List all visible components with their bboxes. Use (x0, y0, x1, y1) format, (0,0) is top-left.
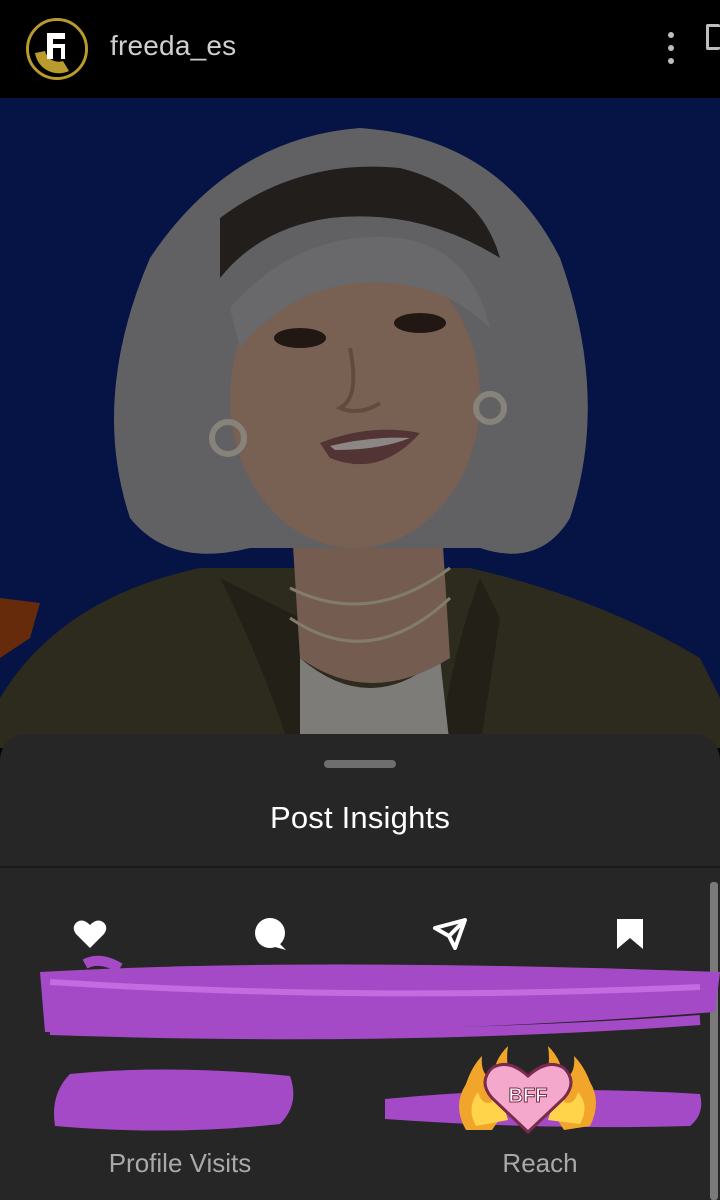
sheet-title: Post Insights (269, 800, 451, 835)
redaction-scribble (54, 1069, 702, 1131)
profile-visits-label: Profile Visits (108, 1148, 252, 1178)
freeda-logo-icon (29, 21, 85, 77)
edge-panel-icon[interactable] (706, 24, 720, 50)
redaction-scribble (40, 955, 720, 1040)
more-vertical-icon[interactable] (655, 26, 687, 70)
post-header: freeda_es (0, 0, 720, 98)
drag-handle[interactable] (324, 760, 396, 768)
sticker-text: BFF (509, 1085, 548, 1107)
reach-label: Reach (502, 1148, 578, 1178)
divider (0, 866, 720, 868)
insights-sheet: Post Insights BFF Profile Visits Reach (0, 734, 720, 1200)
avatar[interactable] (26, 18, 88, 80)
username[interactable]: freeda_es (110, 30, 236, 62)
post-image (0, 98, 720, 748)
bff-sticker: BFF (459, 1046, 596, 1135)
